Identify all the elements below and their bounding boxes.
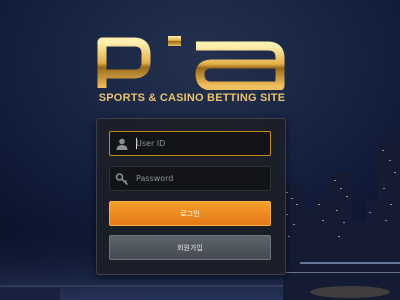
password-input[interactable]: [136, 167, 266, 190]
tagline: SPORTS & CASINO BETTING SITE: [98, 92, 286, 104]
logo[interactable]: SPORTS & CASINO BETTING SITE: [92, 32, 292, 112]
user-id-input[interactable]: [136, 132, 266, 155]
user-id-field[interactable]: [109, 131, 271, 156]
pia-logo-mark: [97, 36, 285, 90]
join-button[interactable]: 회원가입: [109, 235, 271, 260]
login-panel: 로그인 회원가입: [96, 118, 286, 275]
login-button[interactable]: 로그인: [109, 201, 271, 226]
password-field[interactable]: [109, 166, 271, 191]
user-icon: [116, 138, 128, 150]
key-icon: [115, 173, 129, 186]
